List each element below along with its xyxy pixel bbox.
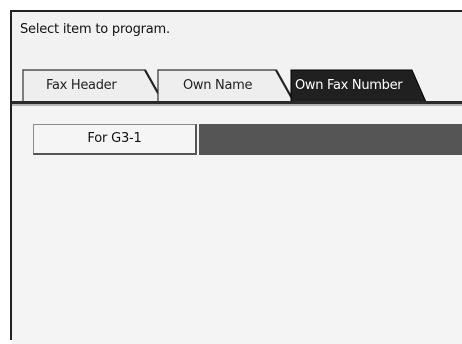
tab-own-name[interactable] — [158, 70, 282, 100]
settings-panel: Select item to program. Fax Header Own N… — [10, 10, 462, 344]
tab-own-fax-number[interactable] — [291, 70, 421, 100]
tab-bar: Fax Header Own Name Own Fax Number — [12, 12, 462, 112]
for-g3-1-button[interactable]: For G3-1 — [33, 124, 197, 155]
fax-number-value-field — [199, 124, 462, 155]
tab-fax-header[interactable] — [23, 70, 151, 100]
tab-divider-shadow — [12, 104, 462, 106]
